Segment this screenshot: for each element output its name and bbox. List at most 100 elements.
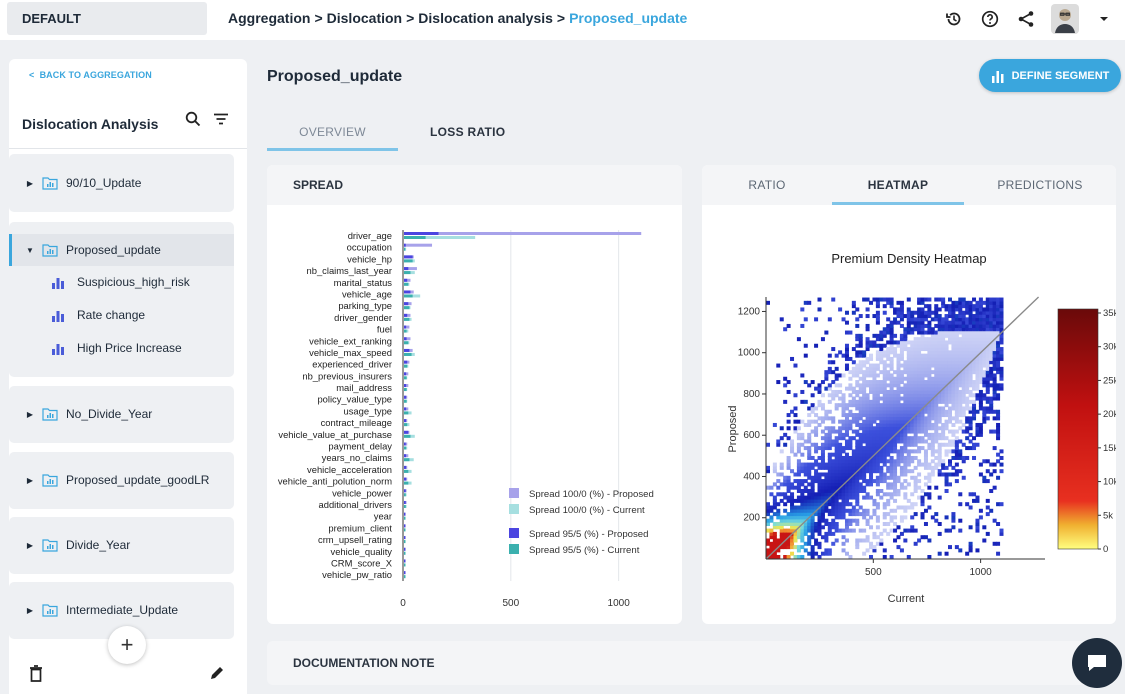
- user-avatar[interactable]: [1051, 4, 1079, 34]
- caret-right-icon[interactable]: ▶: [20, 606, 40, 615]
- heat-cell: [968, 446, 973, 451]
- heat-cell: [882, 327, 887, 332]
- heat-cell: [958, 518, 963, 523]
- bar-3: [404, 376, 407, 380]
- heat-cell: [824, 462, 829, 467]
- heat-cell: [855, 343, 860, 348]
- bar-3: [404, 317, 410, 321]
- heat-cell: [947, 545, 952, 550]
- subsegment-rate-change[interactable]: Rate change: [51, 304, 145, 326]
- heat-cell: [978, 508, 983, 513]
- heat-cell: [872, 508, 877, 513]
- breadcrumb-item-dislocation[interactable]: Dislocation: [327, 10, 402, 26]
- bar-3: [404, 528, 406, 532]
- filter-icon[interactable]: [213, 111, 229, 132]
- y-tick-label: 200: [743, 513, 760, 524]
- heat-cell: [910, 455, 915, 460]
- heat-cell: [834, 366, 839, 371]
- segment-90-10-update[interactable]: ▶ 90/10_Update: [9, 167, 234, 199]
- heat-cell: [978, 422, 983, 427]
- heat-cell: [893, 376, 898, 381]
- caret-right-icon[interactable]: ▶: [20, 179, 40, 188]
- tab-loss-ratio[interactable]: LOSS RATIO: [430, 125, 505, 139]
- bar-2: [404, 512, 406, 516]
- heat-cell: [889, 373, 894, 378]
- heat-cell: [820, 429, 825, 434]
- bar-3: [404, 504, 406, 508]
- heat-cell: [968, 399, 973, 404]
- heat-cell: [786, 528, 791, 533]
- caret-right-icon[interactable]: ▶: [20, 541, 40, 550]
- heat-cell: [862, 370, 867, 375]
- heat-cell: [851, 366, 856, 371]
- heat-cell: [766, 300, 770, 305]
- bar-2: [404, 489, 406, 493]
- heat-cell: [920, 512, 925, 517]
- heat-cell: [951, 429, 956, 434]
- y-category-label: crm_upsell_rating: [318, 534, 392, 545]
- documentation-note-panel[interactable]: DOCUMENTATION NOTE: [267, 641, 1115, 685]
- heat-cell: [796, 426, 801, 431]
- heat-cell: [786, 512, 791, 517]
- segment-intermediate-update[interactable]: ▶ Intermediate_Update: [9, 594, 234, 626]
- heat-cell: [834, 429, 839, 434]
- heat-cell: [814, 551, 819, 556]
- legend-swatch: [509, 528, 519, 538]
- legend-label: Spread 95/5 (%) - Proposed: [529, 529, 648, 540]
- subsegment-suspicious-high-risk[interactable]: Suspicious_high_risk: [51, 271, 190, 293]
- segment-proposed-update-goodlr[interactable]: ▶ Proposed_update_goodLR: [9, 464, 234, 496]
- bar-chart-icon: [52, 311, 64, 322]
- segment-proposed-update[interactable]: ▼ Proposed_update: [9, 234, 234, 266]
- heat-cell: [869, 363, 874, 368]
- heat-cell: [893, 521, 898, 526]
- heat-cell: [858, 396, 863, 401]
- segment-no-divide-year[interactable]: ▶ No_Divide_Year: [9, 398, 234, 430]
- bar-3: [404, 271, 411, 275]
- tab-overview[interactable]: OVERVIEW: [267, 125, 398, 139]
- heat-cell: [817, 555, 822, 559]
- heat-cell: [841, 419, 846, 424]
- heat-cell: [899, 515, 904, 520]
- heat-cell: [913, 455, 918, 460]
- heat-cell: [769, 515, 774, 520]
- heat-cell: [920, 307, 925, 312]
- heat-cell: [766, 485, 770, 490]
- colorbar-tick-label: 15k: [1103, 443, 1116, 454]
- trash-icon[interactable]: [29, 665, 43, 687]
- environment-selector[interactable]: DEFAULT: [7, 2, 207, 35]
- heat-cell: [838, 419, 843, 424]
- breadcrumb-item-aggregation[interactable]: Aggregation: [228, 10, 310, 26]
- heat-cell: [954, 469, 959, 474]
- heat-cell: [917, 446, 922, 451]
- heat-cell: [793, 545, 798, 550]
- caret-right-icon[interactable]: ▶: [20, 410, 40, 419]
- caret-right-icon[interactable]: ▶: [20, 476, 40, 485]
- heat-cell: [865, 492, 870, 497]
- search-icon[interactable]: [185, 111, 201, 132]
- help-icon[interactable]: [979, 8, 1001, 30]
- bar-3: [404, 364, 408, 368]
- heat-cell: [882, 350, 887, 355]
- chat-bubble-icon[interactable]: [1072, 638, 1122, 688]
- add-segment-button[interactable]: +: [108, 626, 146, 664]
- heat-cell: [944, 551, 949, 556]
- heat-cell: [814, 442, 819, 447]
- heat-cell: [982, 393, 987, 398]
- heat-cell: [858, 376, 863, 381]
- caret-down-icon[interactable]: ▼: [20, 246, 40, 255]
- heat-cell: [954, 545, 959, 550]
- edit-pencil-icon[interactable]: [209, 665, 225, 686]
- subsegment-high-price-increase[interactable]: High Price Increase: [51, 337, 182, 359]
- back-to-aggregation-link[interactable]: < BACK TO AGGREGATION: [29, 70, 152, 80]
- heat-cell: [862, 528, 867, 533]
- heat-cell: [800, 432, 805, 437]
- define-segment-button[interactable]: DEFINE SEGMENT: [979, 59, 1121, 92]
- breadcrumb-item-dislocation-analysis[interactable]: Dislocation analysis: [418, 10, 553, 26]
- share-icon[interactable]: [1015, 8, 1037, 30]
- colorbar-tick-label: 20k: [1103, 409, 1116, 420]
- bar-2: [404, 465, 407, 469]
- segment-divide-year[interactable]: ▶ Divide_Year: [9, 529, 234, 561]
- heat-cell: [961, 475, 966, 480]
- chevron-down-icon[interactable]: [1093, 8, 1115, 30]
- history-icon[interactable]: [943, 8, 965, 30]
